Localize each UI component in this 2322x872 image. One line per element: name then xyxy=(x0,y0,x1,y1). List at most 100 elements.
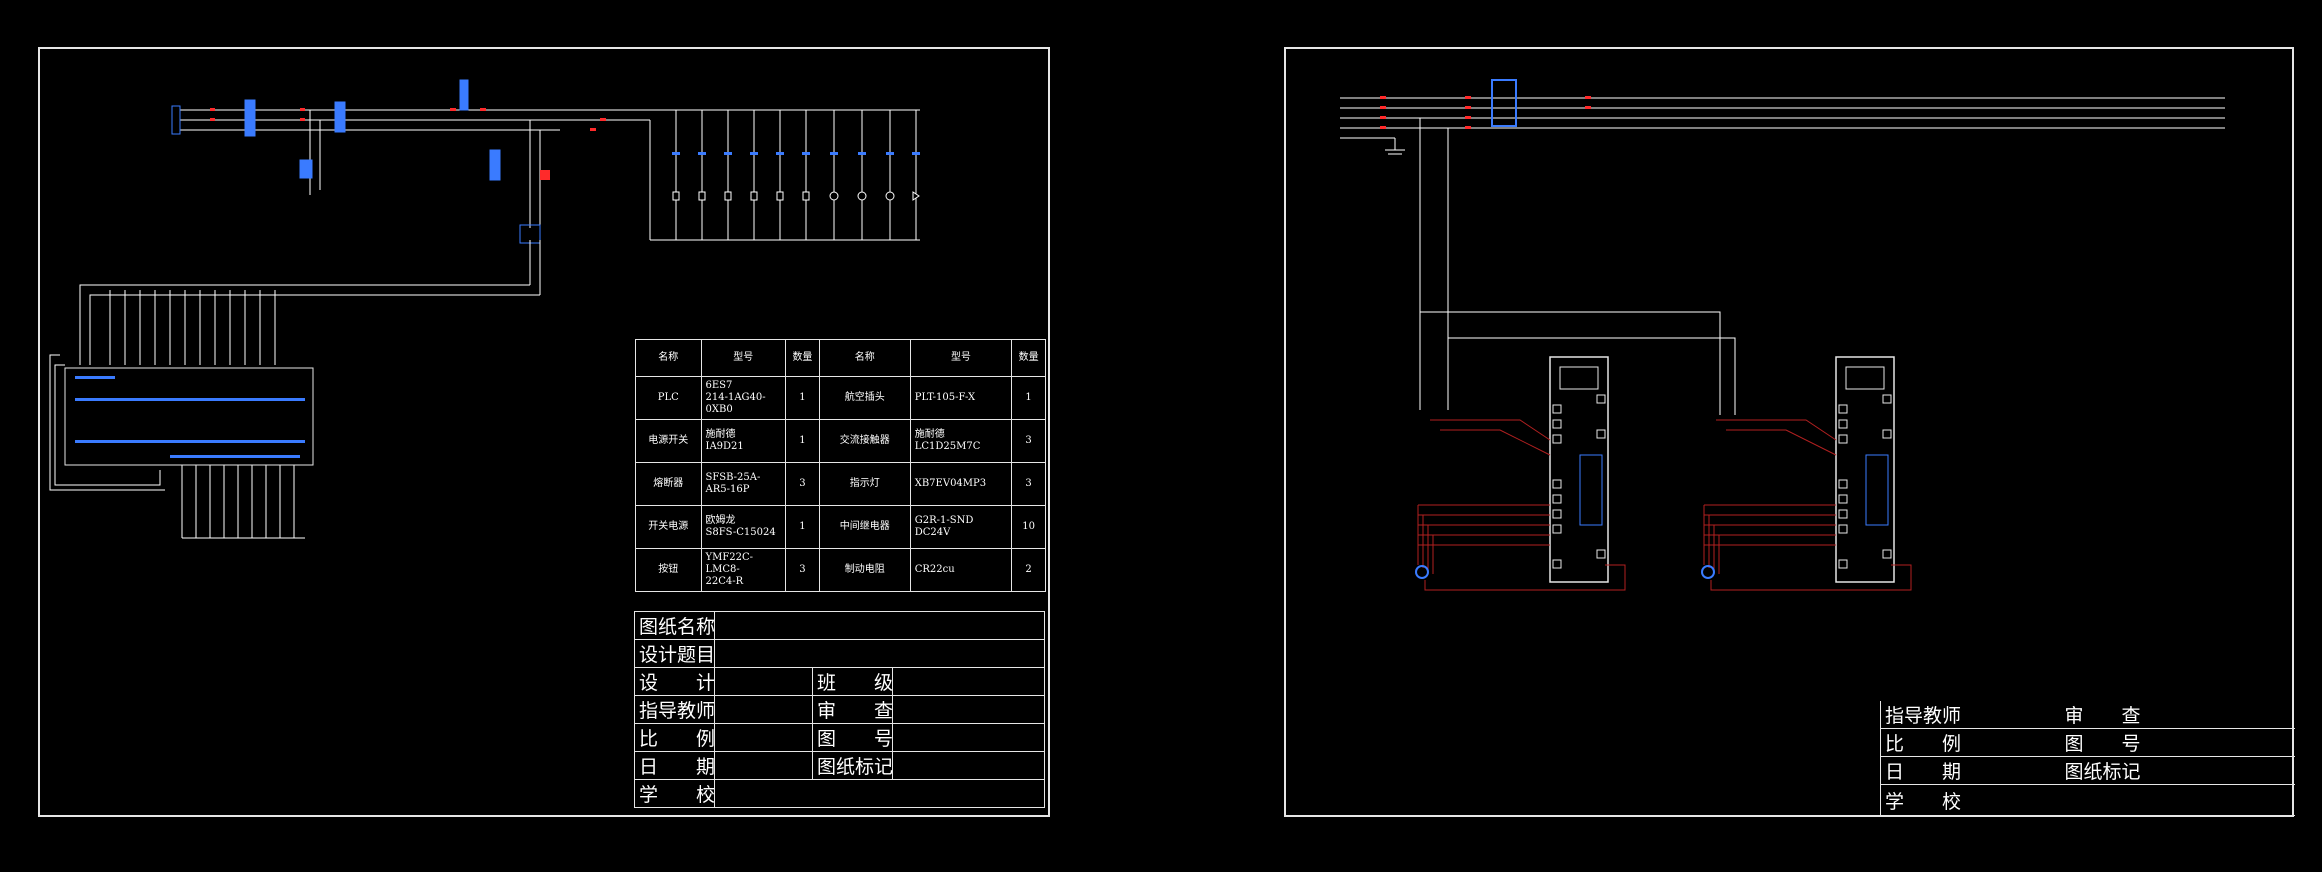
value-drawing-no xyxy=(892,723,1045,752)
table-row: 开关电源 欧姆龙 S8FS-C15024 1 中间继电器 G2R-1-SND D… xyxy=(635,505,1046,549)
bom-cell: YMF22C-LMC8- 22C4-R xyxy=(700,548,787,592)
title-row: 日 期 图纸标记 xyxy=(634,751,1045,780)
bom-cell: PLT-105-F-X xyxy=(909,376,1013,420)
value-school xyxy=(714,779,1045,808)
value-date xyxy=(1968,756,2061,785)
bom-cell: 1 xyxy=(785,505,820,549)
relay-contacts xyxy=(672,152,920,155)
bom-cell: 3 xyxy=(1011,462,1046,506)
label-instructor: 指导教师 xyxy=(1880,701,1969,729)
label-scale: 比 例 xyxy=(1880,728,1969,757)
title-row: 比 例 图 号 xyxy=(634,723,1045,752)
title-row: 比 例 图 号 xyxy=(1880,728,2295,757)
bom-header-name-2: 名称 xyxy=(818,339,911,377)
bom-cell: 交流接触器 xyxy=(818,419,911,463)
red-markers-left xyxy=(210,108,606,180)
value-scale xyxy=(1968,728,2061,757)
bom-cell: SFSB-25A-AR5-16P xyxy=(700,462,787,506)
bom-cell: 10 xyxy=(1011,505,1046,549)
plc-module xyxy=(64,367,314,466)
title-row: 指导教师 审 查 xyxy=(634,695,1045,724)
label-drawing-no: 图 号 xyxy=(812,723,893,752)
label-drawing-name: 图纸名称 xyxy=(634,611,715,640)
label-drawing-mark: 图纸标记 xyxy=(2060,756,2153,785)
bom-cell: 3 xyxy=(785,462,820,506)
bom-header-qty-2: 数量 xyxy=(1011,339,1046,377)
label-school: 学 校 xyxy=(1880,784,1969,816)
title-row: 学 校 xyxy=(1880,784,2295,816)
label-design: 设 计 xyxy=(634,667,715,696)
bom-cell: 电源开关 xyxy=(635,419,702,463)
bom-cell: 熔断器 xyxy=(635,462,702,506)
label-design-topic: 设计题目 xyxy=(634,639,715,668)
value-design xyxy=(714,667,813,696)
plc-terminals xyxy=(75,376,305,458)
bom-cell: 航空插头 xyxy=(818,376,911,420)
value-drawing-mark xyxy=(892,751,1045,780)
label-drawing-no: 图 号 xyxy=(2060,728,2153,757)
table-row: 按钮 YMF22C-LMC8- 22C4-R 3 制动电阻 CR22cu 2 xyxy=(635,548,1046,592)
bom-cell: 1 xyxy=(785,419,820,463)
bom-cell: XB7EV04MP3 xyxy=(909,462,1013,506)
value-drawing-mark xyxy=(2152,756,2295,785)
relay-branches xyxy=(675,110,917,240)
bom-cell: 开关电源 xyxy=(635,505,702,549)
title-row: 设 计 班 级 xyxy=(634,667,1045,696)
value-instructor xyxy=(1968,701,2061,729)
label-scale: 比 例 xyxy=(634,723,715,752)
label-review: 审 查 xyxy=(812,695,893,724)
bom-cell: 制动电阻 xyxy=(818,548,911,592)
plc-wiring xyxy=(49,240,541,539)
value-drawing-no xyxy=(2152,728,2295,757)
value-instructor xyxy=(714,695,813,724)
label-review: 审 查 xyxy=(2060,701,2153,729)
bom-header-model: 型号 xyxy=(700,339,787,377)
bom-cell: 按钮 xyxy=(635,548,702,592)
bom-cell: 1 xyxy=(785,376,820,420)
bill-of-materials: 名称 型号 数量 名称 型号 数量 PLC 6ES7 214-1AG40-0XB… xyxy=(635,339,1046,592)
bom-header-qty: 数量 xyxy=(785,339,820,377)
bom-cell: 6ES7 214-1AG40-0XB0 xyxy=(700,376,787,420)
bom-cell: G2R-1-SND DC24V xyxy=(909,505,1013,549)
bom-cell: 指示灯 xyxy=(818,462,911,506)
bom-cell: 2 xyxy=(1011,548,1046,592)
value-design-topic xyxy=(714,639,1045,668)
label-instructor: 指导教师 xyxy=(634,695,715,724)
bom-cell: 中间继电器 xyxy=(818,505,911,549)
title-row: 设计题目 xyxy=(634,639,1045,668)
title-row: 图纸名称 xyxy=(634,611,1045,640)
bom-cell: 1 xyxy=(1011,376,1046,420)
table-row: PLC 6ES7 214-1AG40-0XB0 1 航空插头 PLT-105-F… xyxy=(635,376,1046,420)
bom-cell: 施耐德 IA9D21 xyxy=(700,419,787,463)
title-row: 指导教师 审 查 xyxy=(1880,701,2295,729)
bom-cell: 3 xyxy=(785,548,820,592)
bom-header-name: 名称 xyxy=(635,339,702,377)
value-date xyxy=(714,751,813,780)
label-date: 日 期 xyxy=(634,751,715,780)
value-school xyxy=(1968,784,2295,816)
value-class xyxy=(892,667,1045,696)
bom-header-row: 名称 型号 数量 名称 型号 数量 xyxy=(635,339,1046,377)
value-review xyxy=(892,695,1045,724)
bom-cell: 施耐德 LC1D25M7C xyxy=(909,419,1013,463)
value-drawing-name xyxy=(714,611,1045,640)
value-scale xyxy=(714,723,813,752)
title-row: 学 校 xyxy=(634,779,1045,808)
label-date: 日 期 xyxy=(1880,756,1969,785)
table-row: 熔断器 SFSB-25A-AR5-16P 3 指示灯 XB7EV04MP3 3 xyxy=(635,462,1046,506)
relay-coils xyxy=(672,191,920,201)
label-drawing-mark: 图纸标记 xyxy=(812,751,893,780)
label-class: 班 级 xyxy=(812,667,893,696)
title-block-left: 图纸名称 设计题目 设 计 班 级 指导教师 审 查 比 例 图 号 日 期 图… xyxy=(634,611,1045,808)
title-block-right: 指导教师 审 查 比 例 图 号 日 期 图纸标记 学 校 xyxy=(1880,701,2295,816)
table-row: 电源开关 施耐德 IA9D21 1 交流接触器 施耐德 LC1D25M7C 3 xyxy=(635,419,1046,463)
breaker-symbols-left xyxy=(171,79,541,244)
value-review xyxy=(2152,701,2295,729)
label-school: 学 校 xyxy=(634,779,715,808)
bom-cell: CR22cu xyxy=(909,548,1013,592)
title-row: 日 期 图纸标记 xyxy=(1880,756,2295,785)
bom-cell: 欧姆龙 S8FS-C15024 xyxy=(700,505,787,549)
bom-cell: PLC xyxy=(635,376,702,420)
bom-cell: 3 xyxy=(1011,419,1046,463)
bom-header-model-2: 型号 xyxy=(909,339,1013,377)
